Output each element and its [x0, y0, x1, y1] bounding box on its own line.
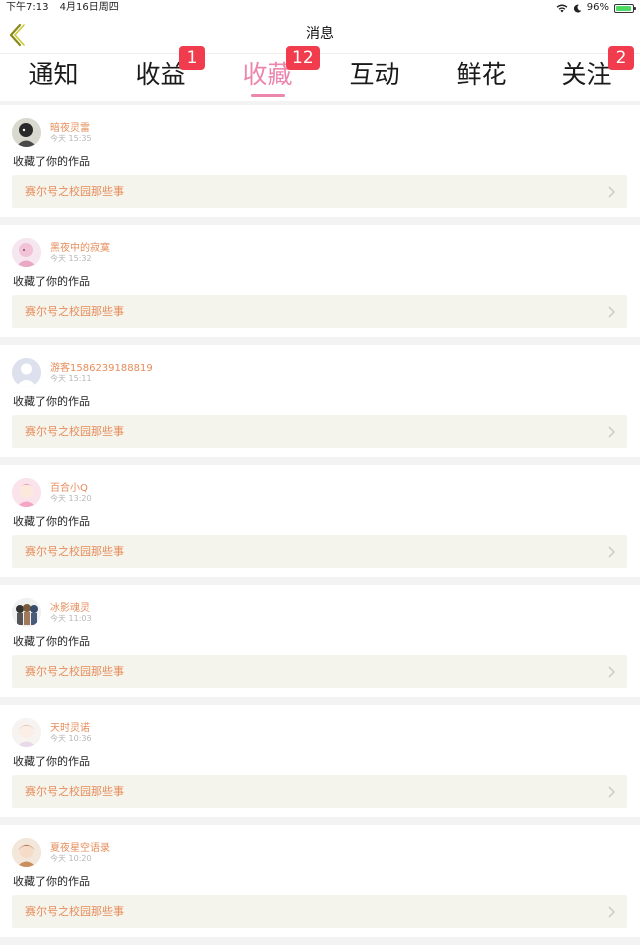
work-title: 赛尔号之校园那些事	[25, 305, 124, 318]
username[interactable]: 冰影魂灵	[50, 599, 90, 614]
work-title: 赛尔号之校园那些事	[25, 665, 124, 678]
avatar[interactable]	[12, 478, 41, 507]
tab-badge: 2	[608, 46, 634, 70]
status-date: 4月16日周四	[59, 2, 119, 13]
work-title: 赛尔号之校园那些事	[25, 785, 124, 798]
light-character-avatar-icon	[12, 718, 41, 747]
username[interactable]: 夏夜星空语录	[50, 839, 110, 854]
status-left: 下午7:13 4月16日周四	[6, 0, 127, 16]
chevron-right-icon	[608, 666, 615, 678]
tab-label: 互动	[349, 60, 400, 89]
timestamp: 今天 15:32	[50, 254, 92, 263]
moon-icon	[573, 4, 582, 13]
work-title: 赛尔号之校园那些事	[25, 905, 124, 918]
tab-badge: 12	[286, 46, 320, 70]
list-item: 夏夜星空语录 今天 10:20 收藏了你的作品 赛尔号之校园那些事	[0, 825, 640, 937]
list-item: 百合小Q 今天 13:20 收藏了你的作品 赛尔号之校园那些事	[0, 465, 640, 577]
avatar[interactable]	[12, 238, 41, 267]
tab-notifications[interactable]: 通知	[0, 54, 107, 101]
tab-label: 通知	[28, 60, 79, 89]
tab-badge: 1	[179, 46, 205, 70]
pink-character-avatar-icon	[12, 238, 41, 267]
status-right: 96%	[556, 0, 636, 16]
tab-earnings[interactable]: 收益 1	[107, 46, 214, 101]
pink-girl-avatar-icon	[12, 478, 41, 507]
battery-icon	[614, 3, 636, 13]
work-link[interactable]: 赛尔号之校园那些事	[12, 895, 627, 928]
action-text: 收藏了你的作品	[13, 395, 90, 408]
list-item: 黑夜中的寂寞 今天 15:32 收藏了你的作品 赛尔号之校园那些事	[0, 225, 640, 337]
avatar[interactable]	[12, 118, 41, 147]
timestamp: 今天 10:20	[50, 854, 92, 863]
tab-label: 鲜花	[456, 60, 507, 89]
tab-favorites[interactable]: 收藏 12	[214, 46, 321, 101]
tab-label: 关注	[561, 60, 612, 89]
action-text: 收藏了你的作品	[13, 275, 90, 288]
avatar[interactable]	[12, 358, 41, 387]
tab-label: 收益	[135, 60, 186, 89]
active-tab-indicator	[250, 94, 285, 97]
tab-follows[interactable]: 关注 2	[533, 46, 640, 101]
action-text: 收藏了你的作品	[13, 875, 90, 888]
work-link[interactable]: 赛尔号之校园那些事	[12, 415, 627, 448]
group-characters-avatar-icon	[12, 598, 41, 627]
dark-character-avatar-icon	[12, 118, 41, 147]
work-link[interactable]: 赛尔号之校园那些事	[12, 775, 627, 808]
page-title: 消息	[306, 26, 334, 42]
timestamp: 今天 15:35	[50, 134, 92, 143]
work-link[interactable]: 赛尔号之校园那些事	[12, 535, 627, 568]
work-link[interactable]: 赛尔号之校园那些事	[12, 655, 627, 688]
username[interactable]: 百合小Q	[50, 479, 88, 494]
chevron-right-icon	[608, 306, 615, 318]
nav-header: 消息	[0, 16, 640, 54]
chevron-right-icon	[608, 426, 615, 438]
tab-label: 收藏	[242, 60, 293, 89]
work-title: 赛尔号之校园那些事	[25, 185, 124, 198]
username[interactable]: 天时灵诺	[50, 719, 90, 734]
timestamp: 今天 13:20	[50, 494, 92, 503]
action-text: 收藏了你的作品	[13, 635, 90, 648]
status-time: 下午7:13	[6, 2, 49, 13]
list-item: 天时灵诺 今天 10:36 收藏了你的作品 赛尔号之校园那些事	[0, 705, 640, 817]
avatar[interactable]	[12, 718, 41, 747]
action-text: 收藏了你的作品	[13, 755, 90, 768]
favorites-list: 暗夜灵雷 今天 15:35 收藏了你的作品 赛尔号之校园那些事 黑夜中的寂寞 今…	[0, 105, 640, 945]
tab-flowers[interactable]: 鲜花	[428, 54, 535, 101]
action-text: 收藏了你的作品	[13, 155, 90, 168]
message-tabs: 通知 收益 1 收藏 12 互动 鲜花 关注 2	[0, 46, 640, 101]
timestamp: 今天 10:36	[50, 734, 92, 743]
avatar[interactable]	[12, 598, 41, 627]
timestamp: 今天 15:11	[50, 374, 92, 383]
chevron-right-icon	[608, 546, 615, 558]
battery-percent: 96%	[586, 2, 609, 13]
work-link[interactable]: 赛尔号之校园那些事	[12, 295, 627, 328]
work-link[interactable]: 赛尔号之校园那些事	[12, 175, 627, 208]
work-title: 赛尔号之校园那些事	[25, 425, 124, 438]
timestamp: 今天 11:03	[50, 614, 92, 623]
username[interactable]: 黑夜中的寂寞	[50, 239, 110, 254]
wifi-icon	[556, 4, 568, 13]
list-item: 游客1586239188819 今天 15:11 收藏了你的作品 赛尔号之校园那…	[0, 345, 640, 457]
username[interactable]: 暗夜灵雷	[50, 119, 90, 134]
username[interactable]: 游客1586239188819	[50, 359, 153, 374]
tab-interactions[interactable]: 互动	[321, 54, 428, 101]
chevron-right-icon	[608, 906, 615, 918]
list-item: 暗夜灵雷 今天 15:35 收藏了你的作品 赛尔号之校园那些事	[0, 105, 640, 217]
chevron-right-icon	[608, 186, 615, 198]
chevron-right-icon	[608, 786, 615, 798]
status-bar: 下午7:13 4月16日周四 96%	[0, 0, 640, 16]
default-guest-avatar-icon	[12, 358, 41, 387]
work-title: 赛尔号之校园那些事	[25, 545, 124, 558]
action-text: 收藏了你的作品	[13, 515, 90, 528]
list-item: 冰影魂灵 今天 11:03 收藏了你的作品 赛尔号之校园那些事	[0, 585, 640, 697]
